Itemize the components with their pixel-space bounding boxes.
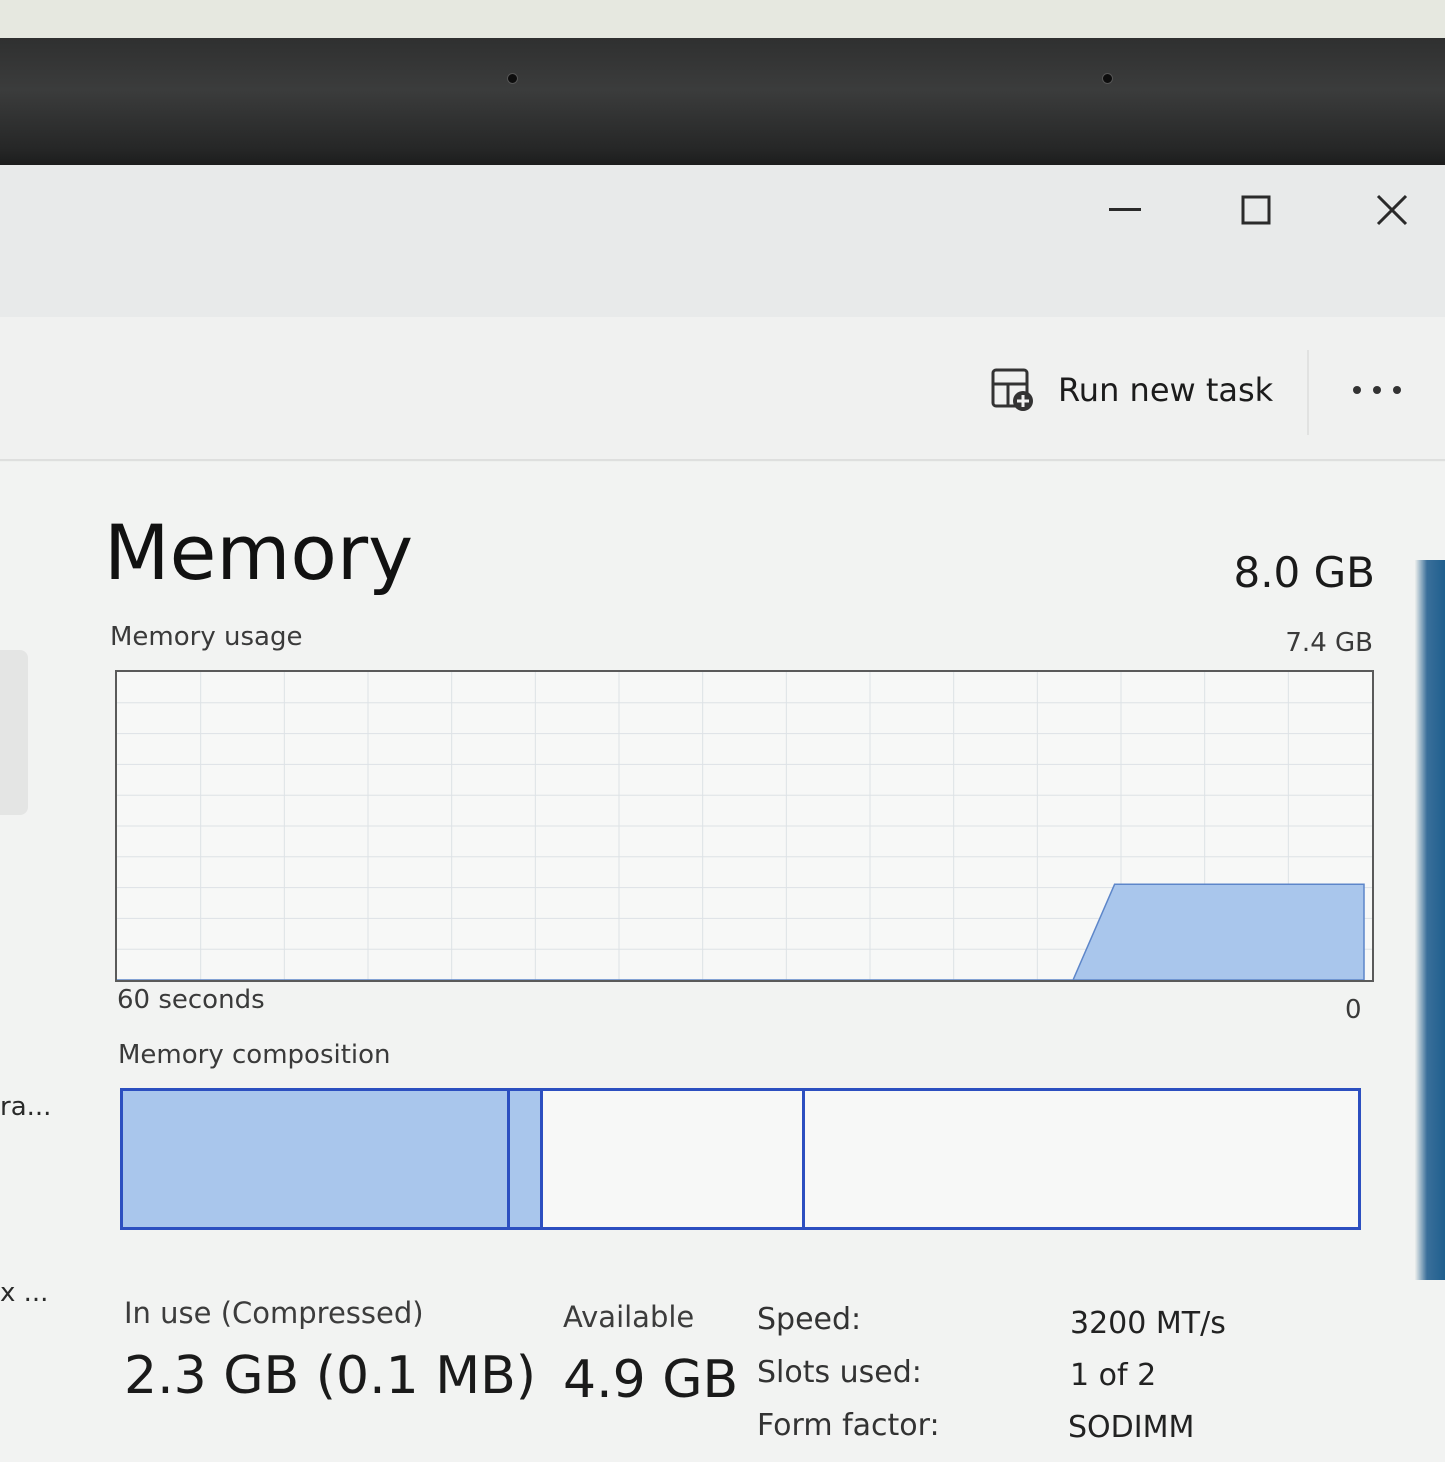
available-label: Available <box>563 1300 695 1334</box>
close-icon <box>1376 194 1408 226</box>
toolbar-divider <box>1307 350 1309 435</box>
close-button[interactable] <box>1362 185 1422 235</box>
minimize-button[interactable] <box>1095 185 1155 235</box>
slots-value: 1 of 2 <box>1070 1358 1157 1393</box>
sidebar-selection[interactable] <box>0 650 28 815</box>
run-task-icon <box>991 368 1033 411</box>
slots-key: Slots used: <box>757 1355 922 1390</box>
run-new-task-label: Run new task <box>1058 371 1274 409</box>
page-title: Memory <box>104 508 414 597</box>
background-wall <box>0 0 1445 40</box>
memory-composition-bar <box>120 1088 1361 1230</box>
sidebar-item-truncated[interactable]: x ... <box>0 1278 48 1308</box>
camera-sensor <box>507 73 518 84</box>
composition-segment-standby[interactable] <box>542 1091 805 1227</box>
more-options-button[interactable] <box>1342 370 1412 410</box>
monitor-bezel <box>0 38 1445 168</box>
memory-usage-graph <box>115 670 1374 982</box>
memory-usage-plot <box>117 672 1372 980</box>
sidebar-item-truncated[interactable]: ra... <box>0 1092 51 1122</box>
total-memory: 8.0 GB <box>1233 548 1375 597</box>
in-use-value: 2.3 GB (0.1 MB) <box>124 1346 537 1406</box>
in-use-label: In use (Compressed) <box>124 1296 424 1330</box>
camera-sensor <box>1102 73 1113 84</box>
minimize-icon <box>1109 208 1141 211</box>
composition-segment-free[interactable] <box>804 1091 1358 1227</box>
speed-key: Speed: <box>757 1302 862 1337</box>
speed-value: 3200 MT/s <box>1070 1306 1226 1341</box>
available-value: 4.9 GB <box>563 1350 739 1410</box>
composition-segment-modified[interactable] <box>509 1091 543 1227</box>
usage-area <box>117 883 1365 980</box>
composition-label: Memory composition <box>118 1040 391 1070</box>
more-options-icon <box>1353 386 1401 394</box>
form-factor-value: SODIMM <box>1068 1410 1195 1445</box>
usage-label: Memory usage <box>110 622 303 652</box>
usage-max-label: 7.4 GB <box>1285 628 1373 658</box>
maximize-button[interactable] <box>1226 185 1286 235</box>
time-span-label: 60 seconds <box>117 985 265 1015</box>
run-new-task-button[interactable]: Run new task <box>990 365 1273 415</box>
composition-segment-in-use[interactable] <box>123 1091 510 1227</box>
form-factor-key: Form factor: <box>757 1408 940 1443</box>
title-bar <box>0 165 1445 317</box>
desktop-edge <box>1415 560 1445 1280</box>
axis-min-label: 0 <box>1345 995 1362 1025</box>
maximize-icon <box>1241 195 1271 225</box>
